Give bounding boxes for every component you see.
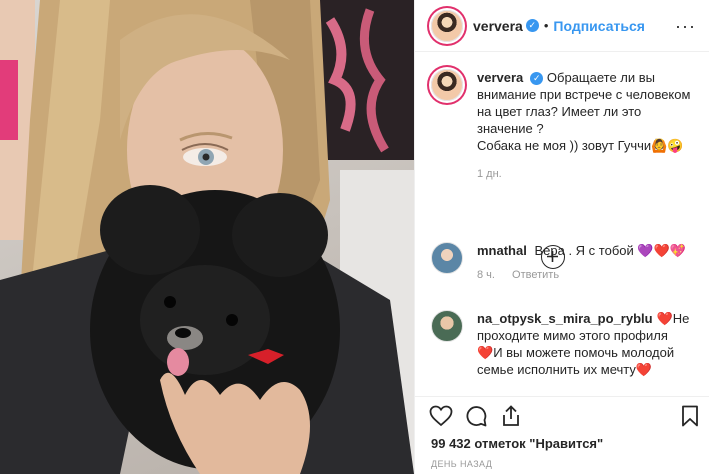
- bookmark-icon[interactable]: [681, 405, 699, 427]
- photo-illustration: [0, 0, 414, 474]
- comment-avatar[interactable]: [431, 310, 463, 342]
- comment-icon[interactable]: [465, 405, 487, 427]
- post-header: ververa ✓ • Подписаться ···: [415, 0, 709, 52]
- author-username[interactable]: ververa: [473, 18, 523, 34]
- comment-text-block: mnathal Вера . Я с тобой 💜❤️💖: [477, 242, 699, 259]
- comment-username[interactable]: mnathal: [477, 243, 527, 258]
- comment-heart: ❤️: [635, 362, 653, 377]
- caption-text-2: Собака не моя )) зовут Гуччи: [477, 138, 652, 153]
- verified-badge-icon: ✓: [525, 19, 539, 32]
- caption-verified-badge-icon: ✓: [530, 72, 544, 85]
- comment-avatar[interactable]: [431, 242, 463, 274]
- post-side-panel: ververa ✓ • Подписаться ··· ververa ✓ Обр…: [414, 0, 709, 474]
- comment-item: mnathal Вера . Я с тобой 💜❤️💖 8 ч. Ответ…: [431, 242, 699, 281]
- caption-emoji: 🙆🤪: [651, 138, 684, 153]
- caption: ververa ✓ Обращаете ли вы внимание при вс…: [431, 69, 699, 180]
- caption-username[interactable]: ververa: [477, 70, 523, 85]
- follow-button[interactable]: Подписаться: [553, 18, 645, 34]
- post-photo[interactable]: [0, 0, 414, 474]
- share-icon[interactable]: [501, 405, 521, 427]
- caption-text-block: ververa ✓ Обращаете ли вы внимание при вс…: [477, 69, 699, 154]
- caption-time[interactable]: 1 дн.: [477, 168, 502, 180]
- comment-hearts: 💜❤️💖: [637, 243, 686, 258]
- comment-text-block: na_otpysk_s_mira_po_ryblu ❤️Не проходите …: [477, 310, 699, 378]
- header-separator: •: [543, 18, 549, 33]
- comment-meta: 8 ч. Ответить: [477, 269, 699, 281]
- comment-username[interactable]: na_otpysk_s_mira_po_ryblu: [477, 311, 653, 326]
- post-date: ДЕНЬ НАЗАД: [431, 459, 493, 469]
- instagram-post: ververa ✓ • Подписаться ··· ververa ✓ Обр…: [0, 0, 709, 474]
- comment-heart: ❤️: [477, 345, 494, 360]
- comment-heart: ❤️: [656, 311, 673, 326]
- reply-button[interactable]: Ответить: [512, 269, 559, 281]
- likes-count[interactable]: 99 432 отметок "Нравится": [431, 436, 603, 451]
- caption-meta: 1 дн.: [477, 168, 699, 180]
- more-options-icon[interactable]: ···: [675, 16, 696, 37]
- comment-time: 8 ч.: [477, 269, 495, 281]
- caption-avatar[interactable]: [431, 69, 463, 101]
- action-bar: [415, 396, 709, 436]
- comment-item: na_otpysk_s_mira_po_ryblu ❤️Не проходите …: [431, 310, 699, 378]
- comments-area: ververa ✓ Обращаете ли вы внимание при вс…: [415, 53, 709, 396]
- author-avatar[interactable]: [431, 9, 463, 42]
- heart-icon[interactable]: [429, 405, 453, 427]
- comment-text: Вера . Я с тобой: [534, 243, 634, 258]
